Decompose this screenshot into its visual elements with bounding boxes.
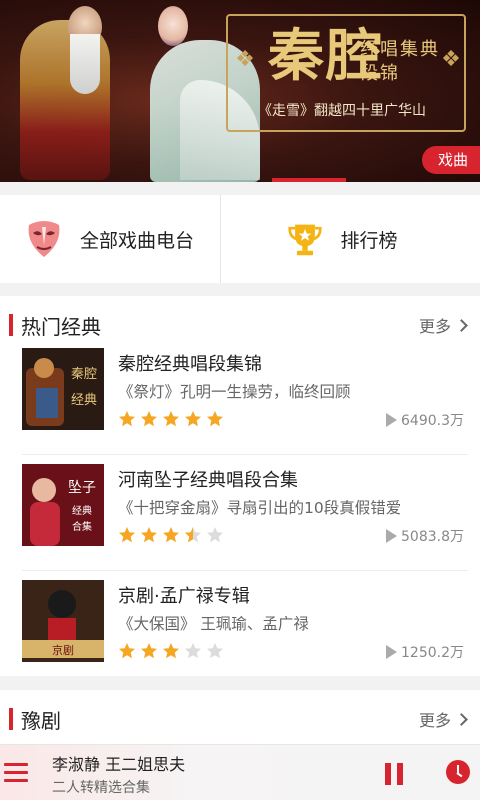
- opera-mask-icon: [28, 221, 60, 257]
- star-empty-icon: [207, 527, 223, 543]
- more-label: 更多: [418, 317, 451, 336]
- rating-stars: [118, 526, 228, 544]
- banner-subtitle: 经唱集典段锦: [360, 39, 440, 84]
- star-full-icon: [207, 411, 223, 427]
- item-subtitle: 《祭灯》孔明一生操劳，临终回顾: [118, 383, 351, 401]
- star-full-icon: [141, 643, 157, 659]
- svg-text:经典: 经典: [72, 504, 92, 517]
- banner-caption: 《走雪》翻越四十里广华山: [258, 103, 426, 119]
- play-icon: [386, 645, 397, 659]
- item-subtitle: 《大保国》 王珮瑜、孟广禄: [118, 615, 309, 633]
- banner-category-tag[interactable]: 戏曲: [421, 146, 480, 174]
- all-opera-radio-label: 全部戏曲电台: [80, 229, 195, 252]
- menu-icon[interactable]: [4, 763, 28, 783]
- album-cover-image: 京剧: [22, 580, 104, 662]
- svg-text:经典: 经典: [71, 393, 97, 408]
- section-header: 热门经典 更多: [0, 296, 480, 354]
- track-source: 二人转精选合集: [52, 780, 150, 796]
- svg-text:秦腔: 秦腔: [71, 367, 97, 382]
- star-full-icon: [119, 643, 135, 659]
- section-hot-classics: 热门经典 更多 秦腔 经典 秦腔经典唱段集锦 《祭灯》孔明一生操劳，临终回顾 6…: [0, 296, 480, 676]
- section-header: 豫剧 更多: [0, 690, 480, 748]
- star-half-icon: [185, 527, 201, 543]
- album-cover-image: 坠子 经典 合集: [22, 464, 104, 546]
- play-count-value: 1250.2万: [401, 645, 464, 661]
- section-title: 热门经典: [21, 314, 101, 339]
- more-link[interactable]: 更多: [418, 313, 468, 337]
- banner-carousel[interactable]: ❖ ❖ 秦腔 经唱集典段锦 《走雪》翻越四十里广华山 戏曲: [0, 0, 480, 182]
- more-link[interactable]: 更多: [418, 707, 468, 731]
- star-empty-icon: [207, 643, 223, 659]
- list-item[interactable]: 坠子 经典 合集 河南坠子经典唱段合集 《十把穿金扇》寻扇引出的10段真假错爱 …: [22, 454, 468, 564]
- star-full-icon: [163, 527, 179, 543]
- star-full-icon: [163, 643, 179, 659]
- play-icon: [386, 413, 397, 427]
- chevron-right-icon: [455, 318, 468, 332]
- performer-beard: [70, 34, 100, 94]
- star-full-icon: [141, 411, 157, 427]
- star-full-icon: [119, 411, 135, 427]
- play-icon: [386, 529, 397, 543]
- ranking-label: 排行榜: [340, 229, 398, 252]
- clock-icon[interactable]: [446, 760, 470, 784]
- play-count-value: 6490.3万: [401, 413, 464, 429]
- star-full-icon: [163, 411, 179, 427]
- play-count: 6490.3万: [386, 410, 464, 430]
- all-opera-radio-button[interactable]: 全部戏曲电台: [0, 195, 220, 283]
- album-cover-image: 秦腔 经典: [22, 348, 104, 430]
- star-full-icon: [119, 527, 135, 543]
- list-item[interactable]: 秦腔 经典 秦腔经典唱段集锦 《祭灯》孔明一生操劳，临终回顾 6490.3万: [22, 348, 468, 448]
- pause-icon[interactable]: [385, 763, 405, 785]
- trophy-icon: [287, 224, 322, 256]
- section-accent-bar: [9, 708, 13, 730]
- star-full-icon: [141, 527, 157, 543]
- list-item[interactable]: 京剧 京剧·孟广禄专辑 《大保国》 王珮瑜、孟广禄 1250.2万: [22, 570, 468, 680]
- star-empty-icon: [185, 643, 201, 659]
- svg-text:合集: 合集: [72, 520, 92, 533]
- item-title: 河南坠子经典唱段合集: [118, 470, 298, 491]
- play-count: 5083.8万: [386, 526, 464, 546]
- track-title: 李淑静 王二姐思夫: [52, 755, 186, 774]
- more-label: 更多: [418, 711, 451, 730]
- item-title: 秦腔经典唱段集锦: [118, 354, 262, 375]
- rating-stars: [118, 642, 228, 660]
- section-yu-opera: 豫剧 更多: [0, 690, 480, 750]
- ranking-button[interactable]: 排行榜: [219, 195, 480, 283]
- ornament-icon: ❖: [235, 47, 255, 72]
- svg-text:京剧: 京剧: [52, 643, 74, 657]
- section-title: 豫剧: [21, 708, 61, 733]
- carousel-indicator-active: [272, 178, 346, 182]
- chevron-right-icon: [455, 712, 468, 726]
- svg-text:坠子: 坠子: [68, 480, 96, 496]
- actress-head: [158, 6, 188, 46]
- item-subtitle: 《十把穿金扇》寻扇引出的10段真假错爱: [118, 499, 402, 517]
- play-count-value: 5083.8万: [401, 529, 464, 545]
- rating-stars: [118, 410, 228, 428]
- carousel-indicator: [0, 178, 480, 182]
- mini-player[interactable]: 李淑静 王二姐思夫 二人转精选合集: [0, 744, 480, 800]
- play-count: 1250.2万: [386, 642, 464, 662]
- item-title: 京剧·孟广禄专辑: [118, 586, 250, 607]
- quick-entries: 全部戏曲电台 排行榜: [0, 195, 480, 283]
- section-accent-bar: [9, 314, 13, 336]
- star-full-icon: [185, 411, 201, 427]
